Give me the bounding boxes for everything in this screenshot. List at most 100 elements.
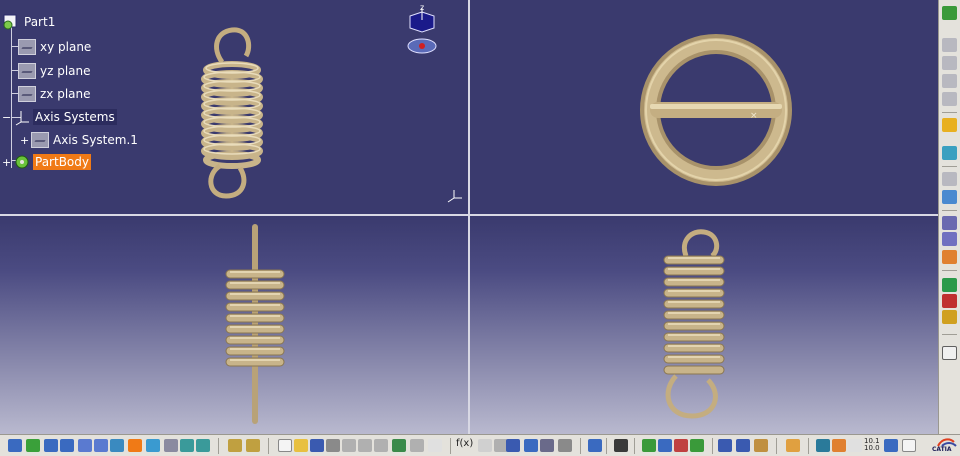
workbench-2-icon[interactable] — [246, 439, 260, 452]
viewport-divider-horizontal[interactable] — [0, 214, 938, 216]
tree-label-yz-plane[interactable]: yz plane — [38, 63, 93, 79]
tree-label-partbody[interactable]: PartBody — [33, 154, 91, 170]
spring-top-view[interactable]: × — [470, 0, 938, 214]
catia-logo-text: CATIA — [932, 446, 952, 453]
output-icon[interactable] — [902, 439, 916, 452]
tree-label-axis-systems[interactable]: Axis Systems — [33, 109, 117, 125]
plane-icon — [18, 63, 36, 79]
redo-icon[interactable] — [410, 439, 424, 452]
box-icon[interactable] — [942, 190, 957, 204]
fit-all-icon[interactable] — [26, 439, 40, 452]
tree-item-partbody[interactable]: + PartBody — [2, 152, 91, 172]
svg-text:×: × — [750, 111, 758, 121]
tree-icon[interactable] — [524, 439, 538, 452]
open-icon[interactable] — [294, 439, 308, 452]
grid-snap-icon[interactable] — [884, 439, 898, 452]
viewport-area[interactable]: z Part1 xy plane yz plane zx plane − Axi… — [0, 0, 938, 434]
swap-space-icon[interactable] — [196, 439, 210, 452]
spring-front-view[interactable] — [0, 216, 468, 434]
help-icon[interactable] — [428, 439, 442, 452]
right-toolbar — [938, 0, 960, 434]
shading-icon[interactable] — [942, 310, 957, 324]
paste-special-icon[interactable] — [942, 74, 957, 88]
measure-inertia-icon[interactable] — [754, 439, 768, 452]
bottom-toolbar: f(x) 10.1 10.0 — [0, 434, 960, 456]
render-icon[interactable] — [942, 294, 957, 308]
knowledge-icon[interactable] — [558, 439, 572, 452]
axis-system-icon — [15, 111, 29, 126]
expand-icon[interactable]: + — [2, 157, 11, 168]
cut-icon[interactable] — [342, 439, 356, 452]
part-icon — [3, 14, 17, 30]
plane-tool-icon[interactable] — [942, 146, 957, 160]
multi-view-icon[interactable] — [128, 439, 142, 452]
table-icon[interactable] — [506, 439, 520, 452]
shading-icon[interactable] — [658, 439, 672, 452]
collapse-icon[interactable]: − — [2, 112, 11, 123]
hand-icon[interactable] — [848, 439, 862, 452]
viewport-side[interactable] — [470, 216, 938, 434]
select-arrow-icon[interactable] — [942, 118, 957, 132]
catia-logo: CATIA — [930, 436, 958, 455]
specification-tree[interactable]: Part1 xy plane yz plane zx plane − Axis … — [0, 8, 200, 188]
comment-icon[interactable] — [478, 439, 492, 452]
viewport-front[interactable] — [0, 216, 468, 434]
catalog-icon[interactable] — [540, 439, 554, 452]
rotate-view-icon[interactable] — [816, 439, 830, 452]
light-icon[interactable] — [832, 439, 846, 452]
spring-side-view[interactable] — [470, 216, 938, 434]
fly-mode-icon[interactable] — [8, 439, 22, 452]
save-icon[interactable] — [310, 439, 324, 452]
plane-icon — [18, 39, 36, 55]
paste-icon[interactable] — [942, 56, 957, 70]
layer-icon[interactable] — [690, 439, 704, 452]
copy-icon[interactable] — [942, 38, 957, 52]
annotation-icon[interactable] — [942, 346, 957, 360]
material-display-icon[interactable] — [674, 439, 688, 452]
zoom-out-icon[interactable] — [94, 439, 108, 452]
sketch-icon[interactable] — [942, 6, 957, 20]
formula-label[interactable]: f(x) — [456, 438, 473, 449]
normal-view-icon[interactable] — [110, 439, 124, 452]
tree-item-yz-plane[interactable]: yz plane — [18, 61, 93, 81]
rotate-icon[interactable] — [60, 439, 74, 452]
pan-icon[interactable] — [44, 439, 58, 452]
camera-icon[interactable] — [614, 439, 628, 452]
tree-label-xy-plane[interactable]: xy plane — [38, 39, 93, 55]
new-icon[interactable] — [278, 439, 292, 452]
grid-icon[interactable] — [942, 172, 957, 186]
quick-view-icon[interactable] — [146, 439, 160, 452]
shading-edges-icon[interactable] — [642, 439, 656, 452]
expand-icon[interactable]: + — [20, 135, 29, 146]
measure-item-icon[interactable] — [736, 439, 750, 452]
viewport-divider-vertical[interactable] — [468, 0, 470, 434]
tree-label-axis-system-1[interactable]: Axis System.1 — [51, 132, 140, 148]
tree-root-part1[interactable]: Part1 — [2, 12, 57, 32]
hide-show-icon[interactable] — [180, 439, 194, 452]
undo-icon[interactable] — [392, 439, 406, 452]
measure-between-icon[interactable] — [718, 439, 732, 452]
tree-item-xy-plane[interactable]: xy plane — [18, 37, 93, 57]
zoom-in-icon[interactable] — [78, 439, 92, 452]
print-icon[interactable] — [326, 439, 340, 452]
tree-item-axis-systems[interactable]: − Axis Systems — [2, 107, 117, 127]
constraint-icon[interactable] — [942, 232, 957, 246]
viewport-top[interactable]: × — [470, 0, 938, 214]
tree-item-axis-system-1[interactable]: + Axis System.1 — [20, 130, 140, 150]
material-icon[interactable] — [942, 250, 957, 264]
workbench-icon[interactable] — [228, 439, 242, 452]
scale-label: 10.1 10.0 — [864, 437, 880, 452]
measure-icon[interactable] — [942, 216, 957, 230]
view-mode-icon[interactable] — [164, 439, 178, 452]
paste-icon[interactable] — [374, 439, 388, 452]
tree-label-zx-plane[interactable]: zx plane — [38, 86, 93, 102]
update-icon[interactable] — [588, 439, 602, 452]
viewport-isometric[interactable]: z Part1 xy plane yz plane zx plane − Axi… — [0, 0, 468, 214]
tree-item-zx-plane[interactable]: zx plane — [18, 84, 93, 104]
apply-material-icon[interactable] — [786, 439, 800, 452]
cut-icon[interactable] — [942, 92, 957, 106]
apply-material-icon[interactable] — [942, 278, 957, 292]
copy-icon[interactable] — [358, 439, 372, 452]
tree-label-part1[interactable]: Part1 — [22, 14, 57, 30]
axis-system-item-icon — [31, 132, 49, 148]
